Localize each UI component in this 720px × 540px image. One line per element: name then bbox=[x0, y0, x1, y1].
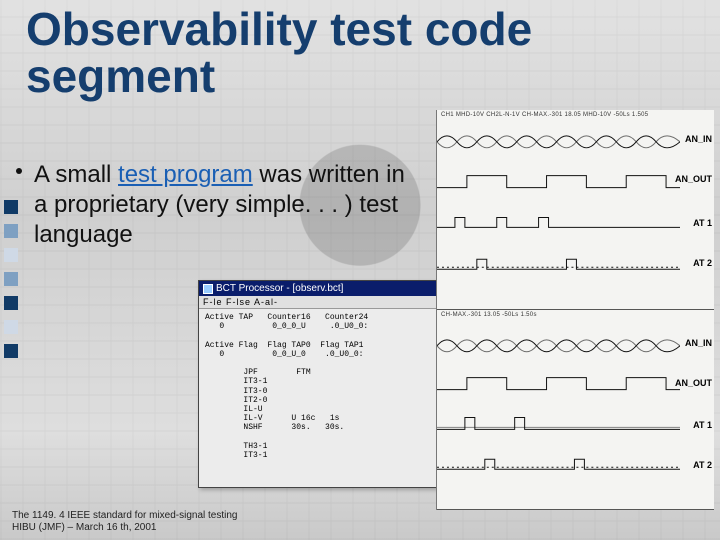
scope-top: CH1 MHD-10V CH2L-N-1V CH-MAX.-301 18.05 … bbox=[437, 110, 714, 310]
bullet-text: A small test program was written in a pr… bbox=[34, 160, 414, 250]
bct-titlebar[interactable]: BCT Processor - [observ.bct] bbox=[199, 281, 437, 296]
oscilloscope: CH1 MHD-10V CH2L-N-1V CH-MAX.-301 18.05 … bbox=[436, 110, 714, 510]
bct-title: BCT Processor - [observ.bct] bbox=[216, 283, 343, 294]
slide: Observability test code segment A small … bbox=[0, 0, 720, 540]
label-at1: AT 1 bbox=[693, 218, 712, 228]
bct-app-icon bbox=[203, 284, 213, 294]
label2-at1: AT 1 bbox=[693, 420, 712, 430]
label-at2: AT 2 bbox=[693, 258, 712, 268]
page-title: Observability test code segment bbox=[26, 6, 700, 100]
decorative-squares bbox=[4, 200, 18, 358]
footer: The 1149. 4 IEEE standard for mixed-sign… bbox=[12, 510, 238, 534]
bct-body: Active TAP Counter16 Counter24 0 0_0_0_U… bbox=[199, 309, 437, 464]
scope-bottom: CH-MAX.-301 13.05 -50Ls 1.50s AN_IN AN_O… bbox=[437, 310, 714, 510]
label-an-in: AN_IN bbox=[685, 134, 712, 144]
label2-an-out: AN_OUT bbox=[675, 378, 712, 388]
bct-menu[interactable]: F-le F-lse A-al- bbox=[199, 296, 437, 309]
bullet-dot bbox=[16, 168, 22, 174]
scope-traces-bottom bbox=[437, 310, 680, 509]
bct-window[interactable]: BCT Processor - [observ.bct] F-le F-lse … bbox=[198, 280, 438, 488]
footer-line1: The 1149. 4 IEEE standard for mixed-sign… bbox=[12, 510, 238, 522]
label2-at2: AT 2 bbox=[693, 460, 712, 470]
footer-line2: HIBU (JMF) – March 16 th, 2001 bbox=[12, 522, 238, 534]
scope-traces-top bbox=[437, 110, 680, 309]
test-program-link[interactable]: test program bbox=[118, 161, 253, 188]
bullet-pre: A small bbox=[34, 161, 118, 188]
label2-an-in: AN_IN bbox=[685, 338, 712, 348]
label-an-out: AN_OUT bbox=[675, 174, 712, 184]
